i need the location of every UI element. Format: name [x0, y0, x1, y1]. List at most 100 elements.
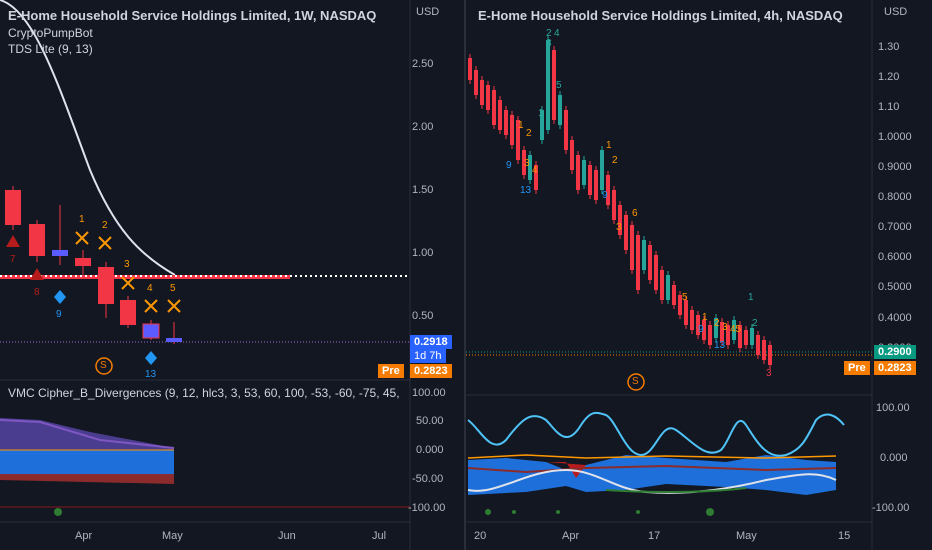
osc-tick: 0.000 — [880, 452, 908, 464]
tds-label: 2 — [612, 155, 618, 166]
tds-label: 1 — [518, 120, 524, 131]
tds-label: 13 — [145, 369, 157, 380]
tds-label: 5 — [682, 292, 688, 303]
y-tick: 1.10 — [878, 101, 900, 113]
right-chart-canvas[interactable] — [466, 0, 932, 550]
right-chart-panel[interactable]: E-Home Household Service Holdings Limite… — [466, 0, 932, 550]
tds-label: 1 — [538, 108, 544, 119]
oscillator-right — [467, 411, 845, 516]
diamond-icon — [145, 351, 157, 365]
tds-label: 5 — [556, 80, 562, 91]
osc-tick: 100.00 — [876, 402, 910, 414]
tds-label: 9 — [506, 160, 512, 171]
y-tick: 0.6000 — [878, 251, 912, 263]
oscillator-left — [0, 418, 410, 516]
sell-triangle-icon — [6, 235, 20, 247]
candle — [666, 275, 670, 300]
candle — [120, 300, 136, 325]
currency-label: USD — [416, 6, 440, 18]
tds-label: 2 — [752, 318, 758, 329]
candle — [654, 255, 658, 290]
y-tick: 0.8000 — [878, 191, 912, 203]
session-icon-label: S — [632, 376, 639, 387]
candle — [166, 338, 182, 342]
candle — [756, 335, 760, 355]
osc-tick: 0.000 — [416, 444, 444, 456]
candles — [5, 186, 182, 344]
price-badge: 0.2900 — [874, 345, 916, 359]
cross-icon — [167, 299, 181, 313]
tds-label: 1 — [79, 214, 85, 225]
candle — [5, 190, 21, 225]
candle — [98, 267, 114, 304]
tds-label: 1 — [748, 292, 754, 303]
x-tick: Jun — [278, 530, 296, 542]
osc-tick: -100.00 — [872, 502, 910, 514]
x-tick: 15 — [838, 530, 851, 542]
candles — [468, 36, 772, 369]
tds-label: 9 — [602, 190, 608, 201]
tds-label: 4 — [532, 165, 538, 176]
osc-tick: 50.00 — [416, 415, 444, 427]
diamond-icon — [54, 290, 66, 304]
candle — [486, 85, 490, 110]
candle — [498, 100, 502, 130]
tds-label: 13 — [714, 340, 726, 351]
osc-tick: -50.00 — [412, 473, 444, 485]
tds-label: 3 — [766, 368, 772, 379]
candle — [594, 170, 598, 200]
candle — [744, 330, 748, 345]
candle — [630, 225, 634, 270]
tds-label: 3 — [722, 322, 728, 333]
indicator-cryptopumpbot[interactable]: CryptoPumpBot — [8, 26, 93, 40]
oscillator-title[interactable]: VMC Cipher_B_Divergences (9, 12, hlc3, 3… — [8, 386, 400, 400]
cross-icon — [75, 231, 89, 245]
cross-icon — [98, 236, 112, 250]
candle — [576, 155, 580, 190]
candle — [708, 325, 712, 345]
left-chart-canvas[interactable] — [0, 0, 464, 550]
candle — [142, 323, 160, 339]
candle — [762, 340, 766, 360]
candle — [468, 58, 472, 80]
candle — [75, 258, 91, 266]
candle — [612, 190, 616, 220]
tds-label: 2 — [714, 318, 720, 329]
pre-market-label: Pre — [844, 361, 870, 375]
tds-label: 4 — [554, 28, 560, 39]
chart-title: E-Home Household Service Holdings Limite… — [8, 8, 377, 23]
tds-label: 3 — [616, 222, 622, 233]
sell-triangle-icon — [30, 268, 44, 280]
candle — [660, 270, 664, 300]
pre-market-label: Pre — [378, 364, 404, 378]
y-tick: 1.50 — [412, 184, 434, 196]
candle — [690, 310, 694, 330]
candle — [624, 215, 628, 250]
candle — [474, 70, 478, 95]
y-tick: 0.9000 — [878, 161, 912, 173]
pre-market-value: 0.2823 — [874, 361, 916, 375]
tds-label: 6 — [632, 208, 638, 219]
osc-tick: -100.00 — [408, 502, 446, 514]
tds-label: 8 — [34, 287, 40, 298]
tds-label: 2 — [102, 220, 108, 231]
y-tick: 1.0000 — [878, 131, 912, 143]
y-tick: 1.30 — [878, 41, 900, 53]
y-tick: 2.00 — [412, 121, 434, 133]
tds-label: 13 — [520, 185, 532, 196]
tds-label: 5 — [170, 283, 176, 294]
tds-label: 3 — [124, 259, 130, 270]
tds-label: 1 — [606, 140, 612, 151]
y-tick: 0.4000 — [878, 312, 912, 324]
x-tick: 20 — [474, 530, 487, 542]
y-tick: 1.00 — [412, 247, 434, 259]
x-tick: Jul — [372, 530, 387, 542]
x-tick: 17 — [648, 530, 661, 542]
indicator-tds-lite[interactable]: TDS Lite (9, 13) — [8, 42, 93, 56]
candle — [636, 235, 640, 290]
countdown-badge: 1d 7h — [410, 349, 446, 363]
left-chart-panel[interactable]: E-Home Household Service Holdings Limite… — [0, 0, 464, 550]
x-tick: May — [736, 530, 757, 542]
tds-label: 45 — [730, 324, 742, 335]
tds-label: 9 — [56, 309, 62, 320]
